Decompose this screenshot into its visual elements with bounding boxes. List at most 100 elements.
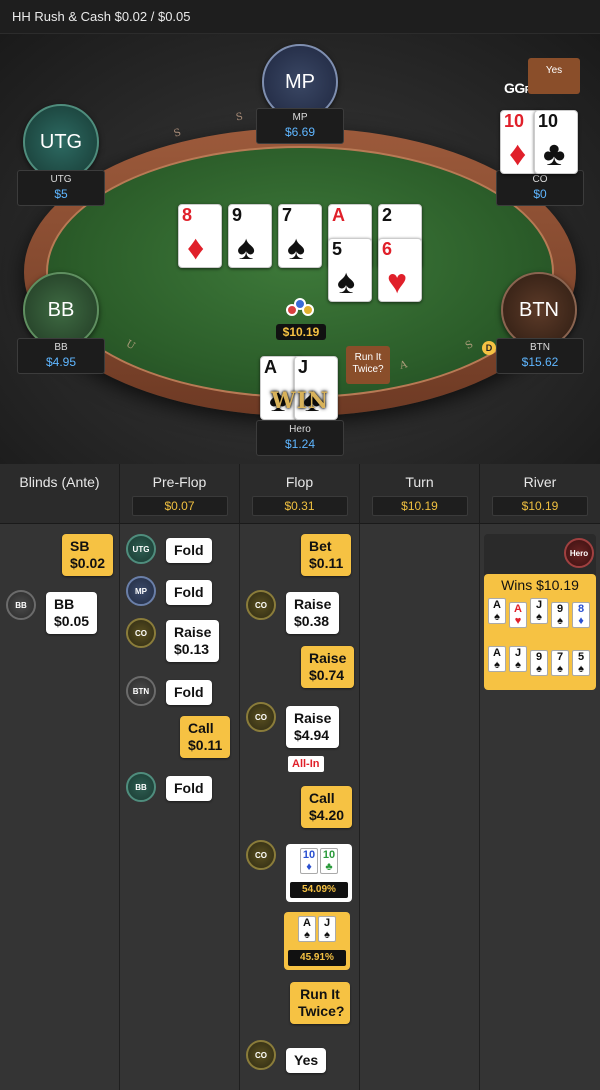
rail-letter: S [172, 127, 183, 140]
column-header-blinds: Blinds (Ante) [0, 464, 120, 524]
column-pot: $10.19 [371, 496, 468, 516]
seat-stack: $4.95 [45, 355, 77, 369]
title-bar: HH Rush & Cash $0.02 / $0.05 [0, 0, 600, 34]
seat-label: UTG [39, 130, 83, 153]
action-raise: Raise $0.13 [166, 620, 220, 662]
board-card: 9 ♠ [228, 204, 272, 268]
board-card: 6 ♥ [378, 238, 422, 302]
seat-co-plate: CO $0 [496, 170, 584, 206]
seat-name: Hero [289, 424, 311, 435]
all-in-badge: All-In [288, 756, 324, 772]
co-speech-bubble: Yes [528, 58, 580, 94]
action-raise: Raise $0.74 [301, 646, 355, 688]
action-sb: SB $0.02 [62, 534, 114, 576]
mini-card: 7 ♠ [551, 650, 569, 676]
seat-bb-avatar[interactable]: BB [23, 272, 99, 348]
position-badge-btn: BTN [126, 676, 156, 706]
action-fold: Fold [166, 680, 212, 705]
seat-utg-plate: UTG $5 [17, 170, 105, 206]
win-summary: Wins $10.19 A ♠ A ♥ J ♠ 9 ♠ 8 ♦ A ♠ J ♠ 9 ♠ 7 ♠ 5… [484, 574, 596, 690]
action-call: Call $4.20 [301, 786, 353, 828]
seat-mp-plate: MP $6.69 [256, 108, 344, 144]
chip-stack-icon [284, 296, 316, 316]
hero-showdown-hand: A ♠ J ♠ 45.91% [284, 912, 350, 970]
dealer-button: D [482, 341, 496, 355]
column-title: Pre-Flop [152, 474, 207, 490]
win-banner: WIN [270, 388, 330, 414]
seat-bb-plate: BB $4.95 [17, 338, 105, 374]
seat-name: CO [532, 174, 548, 185]
position-badge-co: CO [246, 1040, 276, 1070]
position-badge-bb: BB [6, 590, 36, 620]
co-hole-card: 10 ♣ [534, 110, 578, 174]
seat-name: MP [292, 112, 308, 123]
mini-card: A ♠ [488, 598, 506, 624]
seat-utg-avatar[interactable]: UTG [23, 104, 99, 180]
column-turn [360, 524, 480, 1090]
mini-card: A ♠ [488, 646, 506, 672]
column-header-preflop: Pre-Flop $0.07 [120, 464, 240, 524]
equity-percentage: 45.91% [288, 950, 346, 966]
seat-label: BB [47, 298, 75, 321]
mini-card: 9 ♠ [530, 650, 548, 676]
seat-stack: $6.69 [284, 125, 316, 139]
action-fold: Fold [166, 538, 212, 563]
poker-table-area: S S U S A GGPOKER MP MP $6.69 UTG UTG $5… [0, 34, 600, 464]
mini-card: A ♥ [509, 602, 527, 628]
seat-stack: $15.62 [521, 355, 559, 369]
seat-stack: $1.24 [284, 437, 316, 451]
action-bet: Bet $0.11 [301, 534, 352, 576]
column-header-turn: Turn $10.19 [360, 464, 480, 524]
seat-name: UTG [50, 174, 72, 185]
position-badge-co: CO [246, 702, 276, 732]
column-title: Flop [285, 474, 314, 490]
column-preflop [120, 524, 240, 1090]
column-title: River [523, 474, 557, 490]
mini-card: 10 ♦ [300, 848, 318, 874]
action-yes: Yes [286, 1048, 327, 1073]
page-title: HH Rush & Cash $0.02 / $0.05 [12, 9, 191, 24]
column-title: Turn [405, 474, 434, 490]
win-amount: Wins $10.19 [501, 577, 579, 593]
mini-card: 5 ♠ [572, 650, 590, 676]
column-pot: $0.31 [251, 496, 348, 516]
seat-hero-plate: Hero $1.24 [256, 420, 344, 456]
seat-name: BB [54, 342, 68, 353]
column-pot: $10.19 [492, 496, 588, 516]
position-badge-utg: UTG [126, 534, 156, 564]
hand-history: Blinds (Ante) Pre-Flop $0.07 Flop $0.31 … [0, 464, 600, 1090]
action-run-it-twice: Run It Twice? [290, 982, 350, 1024]
action-raise: Raise $0.38 [286, 592, 340, 634]
seat-label: MP [285, 70, 315, 93]
mini-card: J ♠ [318, 916, 336, 942]
column-header-flop: Flop $0.31 [240, 464, 360, 524]
position-badge-bb: BB [126, 772, 156, 802]
river-result-panel: Hero Wins $10.19 A ♠ A ♥ J ♠ 9 ♠ 8 ♦ A ♠ J ♠ 9 ♠… [484, 534, 596, 690]
mini-card: J ♠ [509, 646, 527, 672]
mini-card: J ♠ [530, 598, 548, 624]
position-badge-hero: Hero [564, 538, 594, 568]
mini-card: A ♠ [298, 916, 316, 942]
board-card: 5 ♠ [328, 238, 372, 302]
seat-label: BTN [519, 298, 559, 321]
mini-card: 10 ♣ [320, 848, 338, 874]
hero-speech-bubble: Run It Twice? [346, 346, 390, 384]
board-card: 7 ♠ [278, 204, 322, 268]
seat-name: BTN [530, 342, 550, 353]
seat-stack: $5 [54, 187, 68, 201]
mini-card: 8 ♦ [572, 602, 590, 628]
seat-stack: $0 [533, 187, 547, 201]
column-title: Blinds (Ante) [19, 474, 100, 490]
equity-percentage: 54.09% [290, 882, 348, 898]
pot-amount: $10.19 [276, 324, 326, 340]
action-fold: Fold [166, 776, 212, 801]
rail-letter: S [235, 111, 244, 124]
seat-btn-avatar[interactable]: BTN [501, 272, 577, 348]
position-badge-co: CO [246, 590, 276, 620]
co-showdown-hand: 10 ♦ 10 ♣ 54.09% [286, 844, 352, 902]
action-call: Call $0.11 [180, 716, 231, 758]
action-bb: BB $0.05 [46, 592, 98, 634]
action-raise: Raise $4.94 [286, 706, 340, 748]
mini-card: 9 ♠ [551, 602, 569, 628]
board-card: 8 ♦ [178, 204, 222, 268]
